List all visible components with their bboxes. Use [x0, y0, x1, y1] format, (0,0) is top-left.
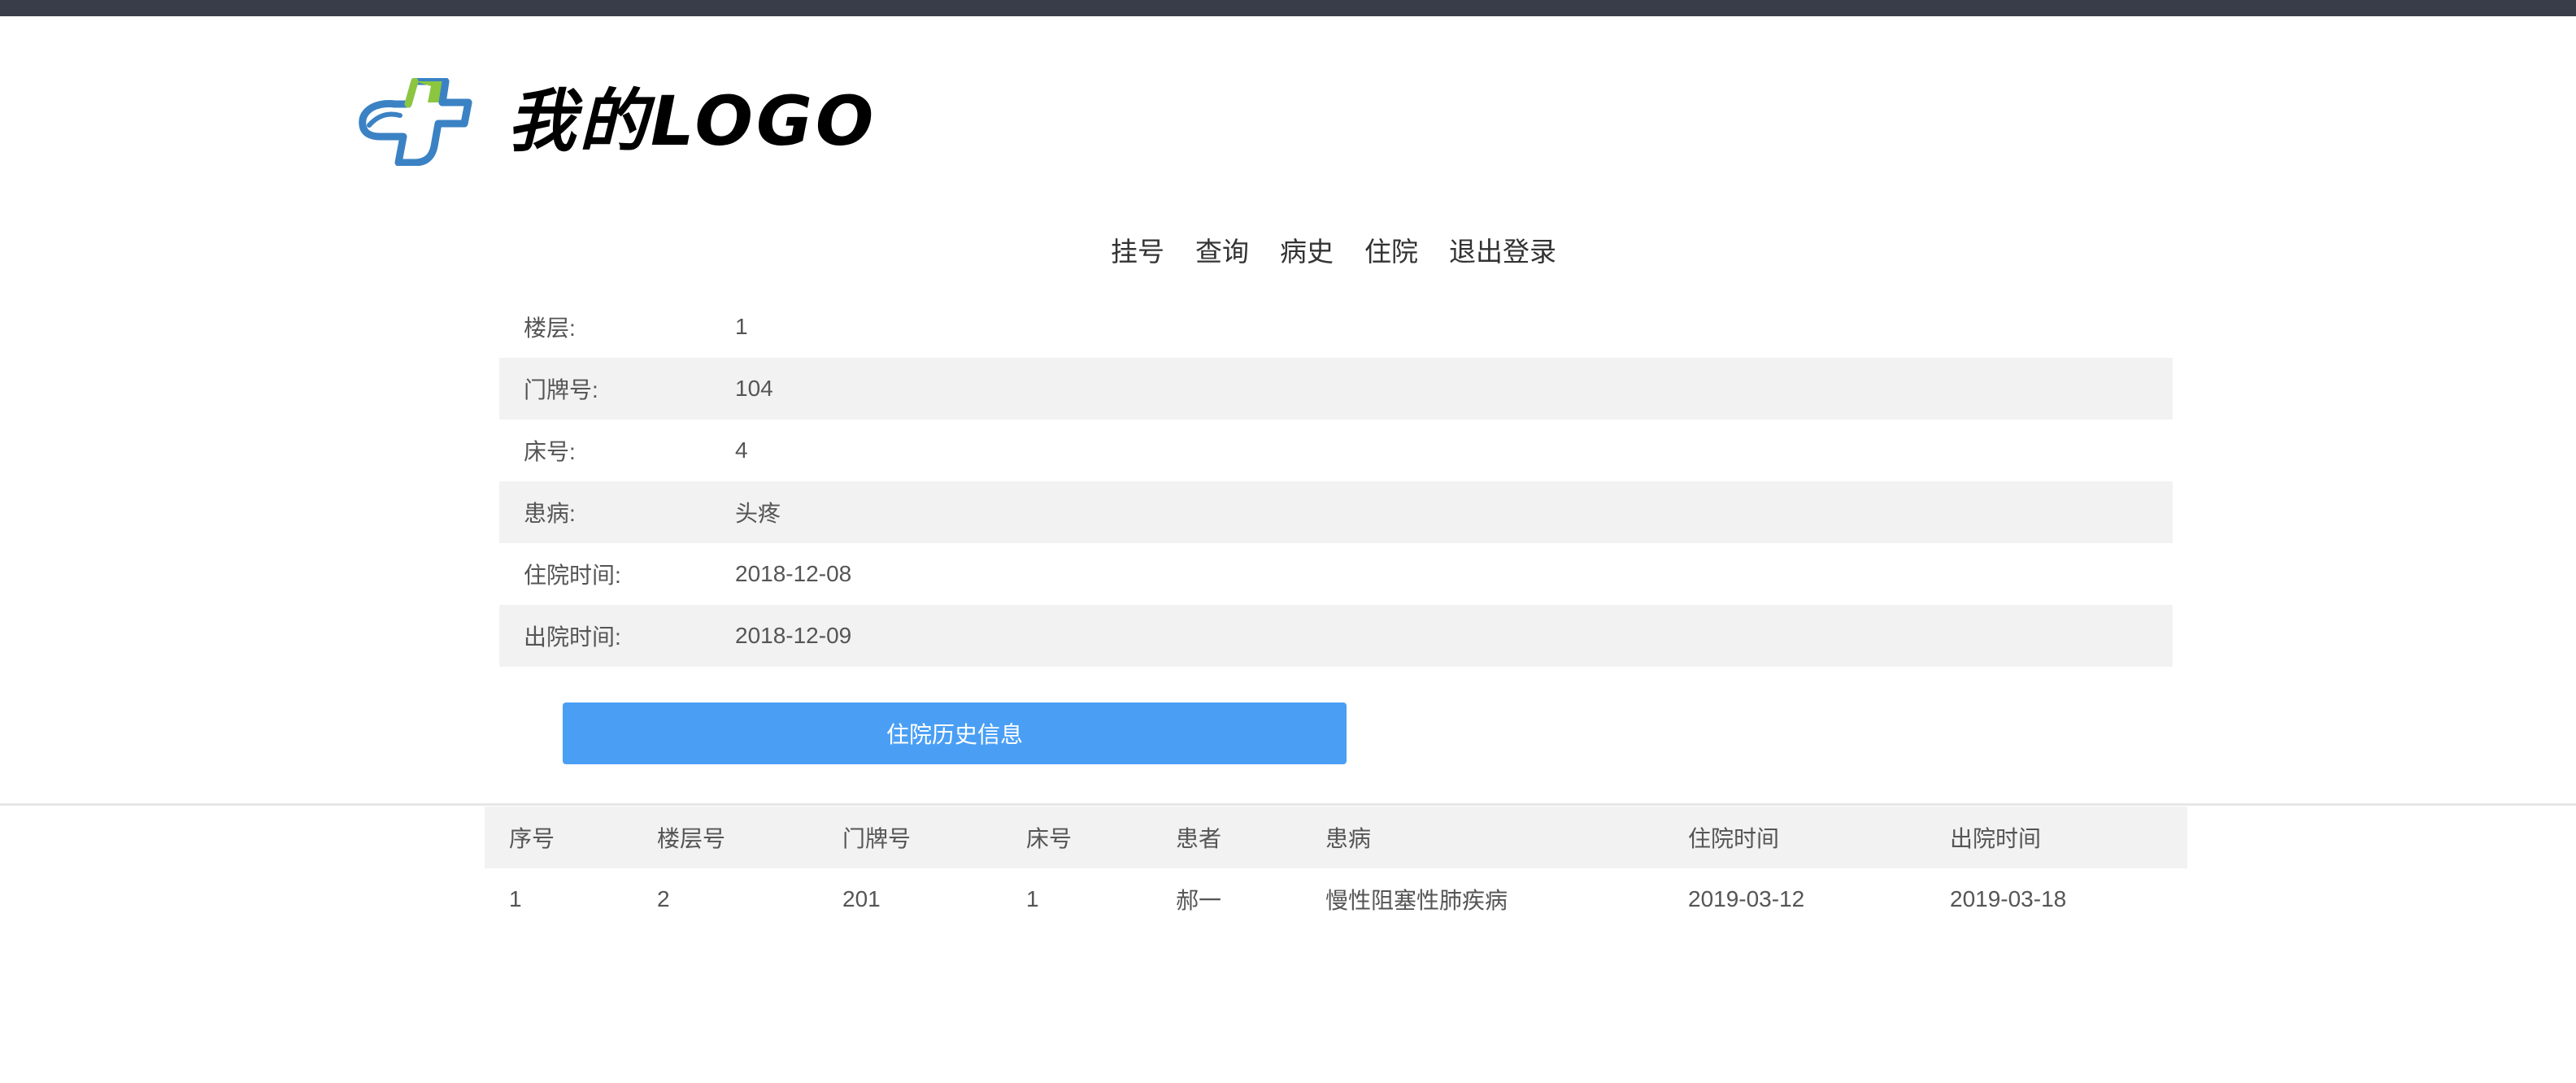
section-divider	[0, 803, 2576, 806]
history-table: 序号 楼层号 门牌号 床号 患者 患病 住院时间 出院时间 1 2 201 1 …	[485, 807, 2187, 930]
info-value: 2018-12-08	[735, 561, 852, 586]
column-header: 楼层号	[657, 826, 726, 851]
info-row-illness: 患病: 头疼	[499, 481, 2173, 543]
info-row-floor: 楼层: 1	[499, 296, 2173, 358]
info-value: 2018-12-09	[735, 623, 852, 648]
nav-query[interactable]: 查询	[1195, 232, 1249, 272]
column-header: 出院时间	[1950, 826, 2042, 851]
info-label: 患病:	[524, 501, 576, 526]
info-value: 104	[735, 376, 773, 401]
info-row-room: 门牌号: 104	[499, 358, 2173, 420]
column-header: 床号	[1026, 826, 1073, 851]
table-cell: 1	[1026, 886, 1039, 911]
table-cell: 郝一	[1176, 888, 1222, 913]
table-cell: 1	[509, 886, 522, 911]
table-row: 1 2 201 1 郝一 慢性阻塞性肺疾病 2019-03-12 2019-03…	[485, 868, 2187, 930]
column-header: 患者	[1176, 826, 1222, 851]
info-label: 住院时间:	[524, 563, 621, 588]
medical-cross-leaf-icon	[359, 78, 472, 166]
info-row-admission-date: 住院时间: 2018-12-08	[499, 543, 2173, 605]
info-row-bed: 床号: 4	[499, 420, 2173, 481]
info-row-discharge-date: 出院时间: 2018-12-09	[499, 605, 2173, 667]
table-cell: 2019-03-12	[1688, 886, 1805, 911]
history-info-button[interactable]: 住院历史信息	[563, 702, 1347, 764]
main-nav: 挂号 查询 病史 住院 退出登录	[1111, 232, 1587, 272]
nav-logout[interactable]: 退出登录	[1449, 232, 1556, 272]
table-cell: 慢性阻塞性肺疾病	[1325, 888, 1508, 913]
info-label: 楼层:	[524, 315, 576, 341]
top-bar	[0, 0, 2576, 16]
column-header: 序号	[509, 826, 555, 851]
info-value: 头疼	[735, 501, 781, 526]
table-cell: 201	[842, 886, 881, 911]
nav-medical-history[interactable]: 病史	[1280, 232, 1334, 272]
info-label: 出院时间:	[524, 624, 621, 650]
column-header: 门牌号	[842, 826, 912, 851]
info-label: 床号:	[524, 439, 576, 464]
nav-register[interactable]: 挂号	[1111, 232, 1164, 272]
info-value: 4	[735, 437, 748, 463]
nav-hospitalization[interactable]: 住院	[1364, 232, 1418, 272]
info-value: 1	[735, 314, 748, 339]
table-header-row: 序号 楼层号 门牌号 床号 患者 患病 住院时间 出院时间	[485, 807, 2187, 868]
info-label: 门牌号:	[524, 377, 598, 402]
table-cell: 2019-03-18	[1950, 886, 2067, 911]
column-header: 住院时间	[1688, 826, 1780, 851]
hospitalization-info: 楼层: 1 门牌号: 104 床号: 4 患病: 头疼 住院时间: 2018-1…	[499, 296, 2173, 667]
table-cell: 2	[657, 886, 670, 911]
logo-text: 我的LOGO	[507, 81, 877, 161]
column-header: 患病	[1325, 826, 1372, 851]
